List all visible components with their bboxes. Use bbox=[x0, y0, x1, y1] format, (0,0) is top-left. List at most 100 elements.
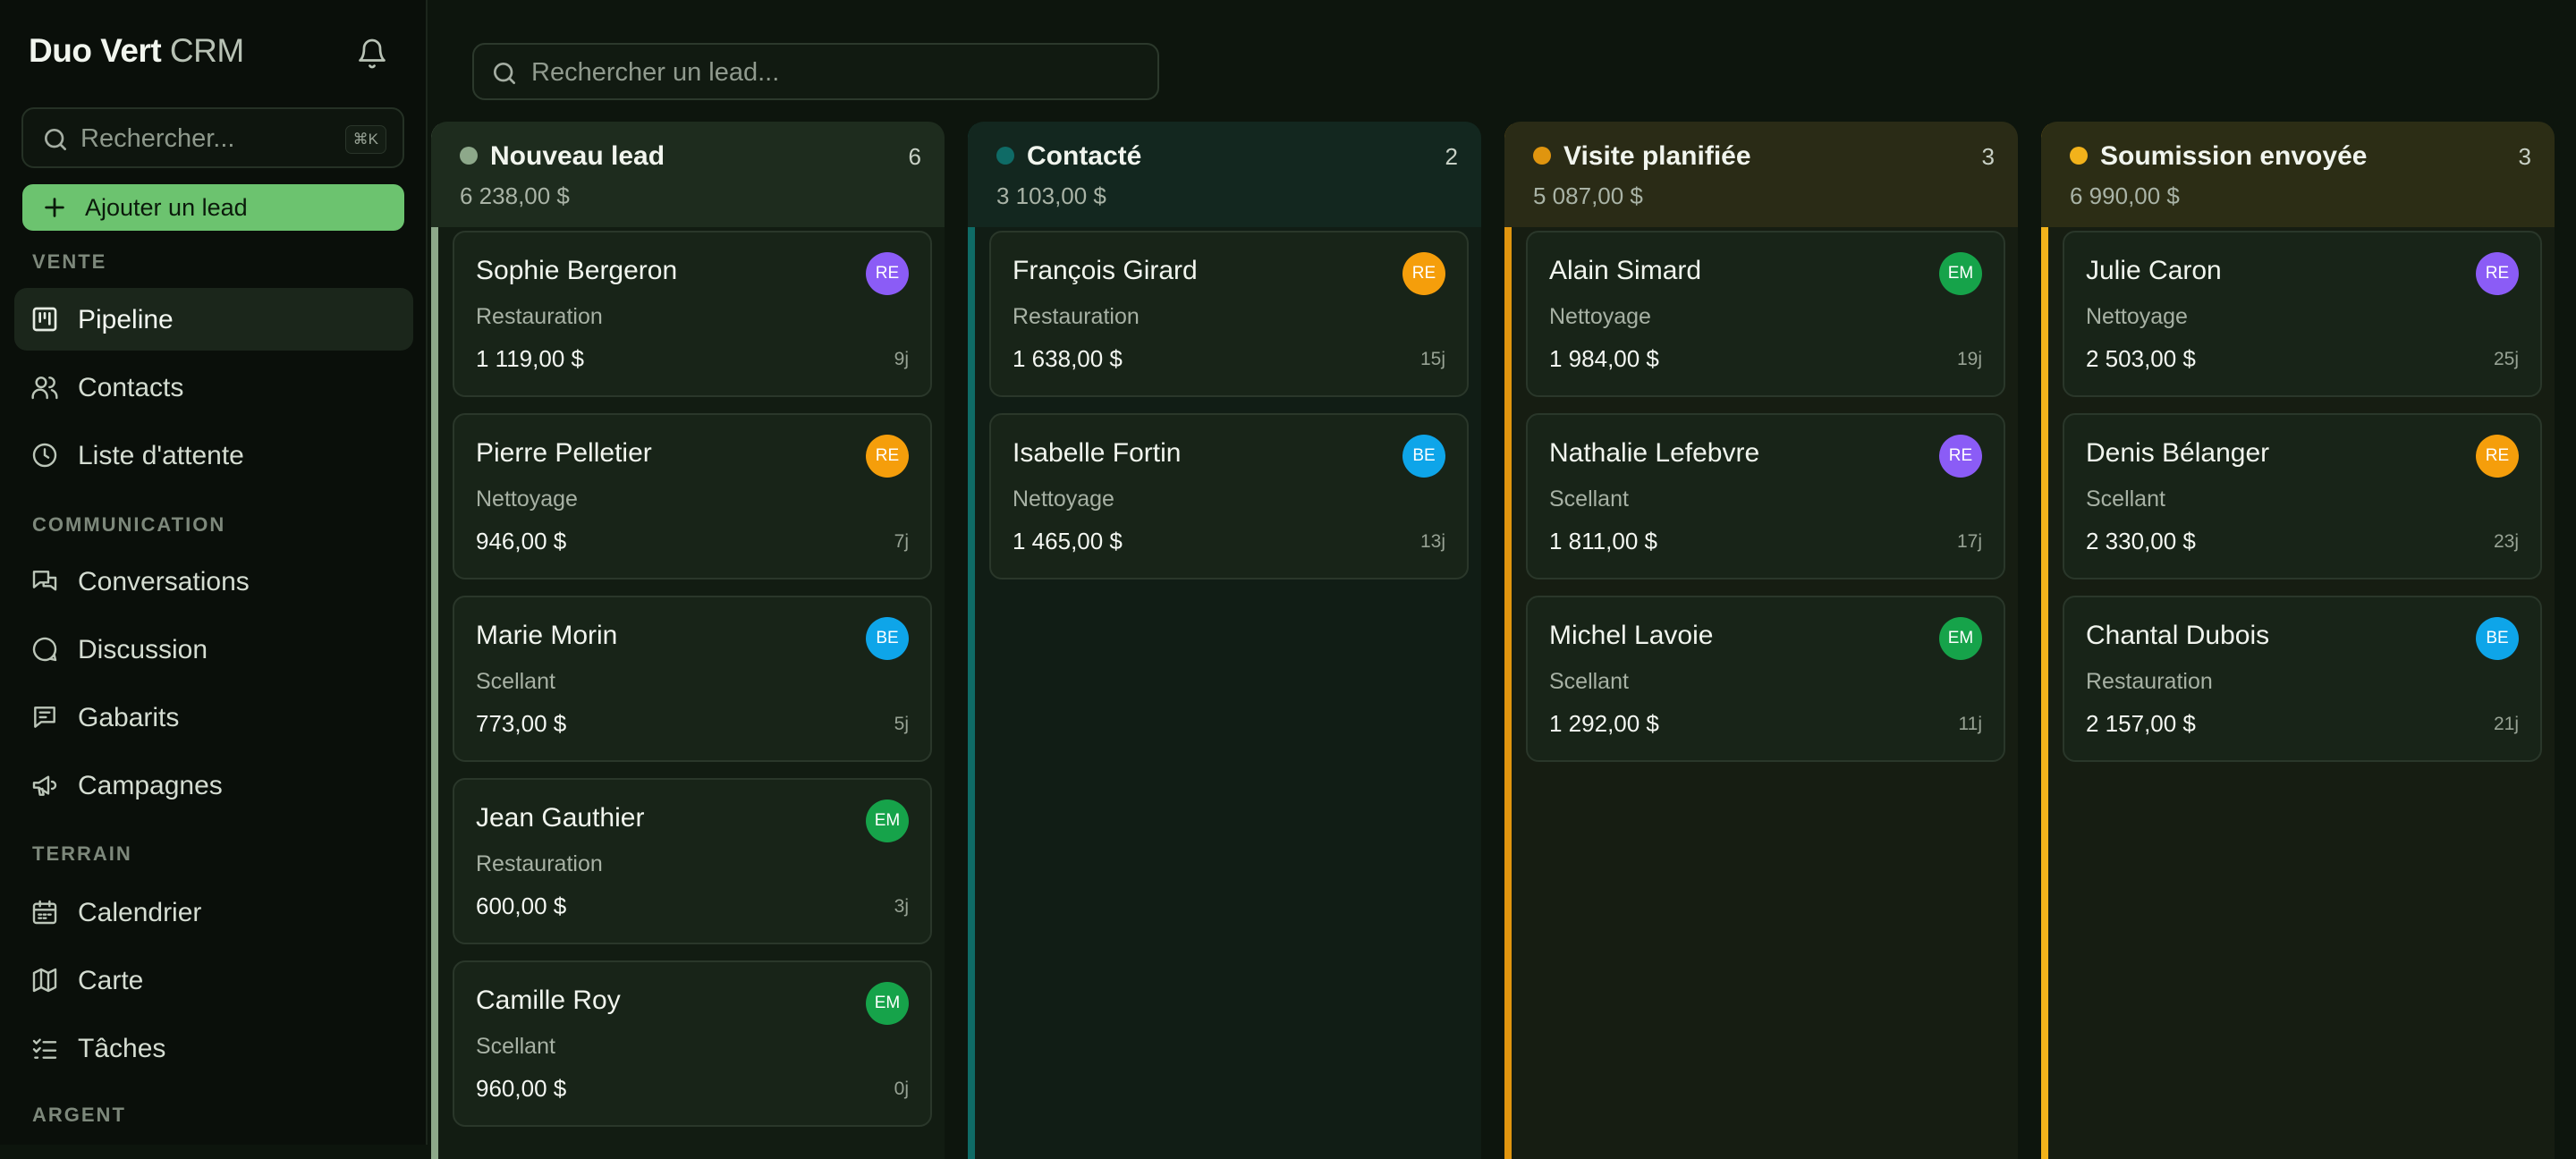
section-label-terrain: TERRAIN bbox=[32, 842, 132, 865]
avatar: RE bbox=[2476, 252, 2519, 295]
add-lead-button[interactable]: Ajouter un lead bbox=[22, 184, 404, 231]
users-icon bbox=[31, 376, 58, 400]
lead-card[interactable]: Julie Caron RE Nettoyage 2 503,00 $ 25j bbox=[2063, 231, 2542, 397]
lead-card[interactable]: Jean Gauthier EM Restauration 600,00 $ 3j bbox=[453, 778, 932, 944]
lead-amount: 960,00 $ bbox=[476, 1075, 567, 1102]
column-accent-strip bbox=[431, 122, 438, 1159]
sidebar-item-contacts[interactable]: Contacts bbox=[14, 356, 413, 419]
sidebar-item-conversations[interactable]: Conversations bbox=[14, 550, 413, 613]
lead-search-placeholder: Rechercher un lead... bbox=[531, 58, 780, 87]
lead-card[interactable]: Denis Bélanger RE Scellant 2 330,00 $ 23j bbox=[2063, 413, 2542, 580]
kanban-icon bbox=[32, 307, 57, 332]
lead-age: 23j bbox=[2493, 531, 2519, 552]
sidebar-item-calendar[interactable]: Calendrier bbox=[14, 881, 413, 943]
avatar: EM bbox=[866, 799, 909, 842]
lead-service: Scellant bbox=[476, 1034, 555, 1059]
avatar: RE bbox=[866, 435, 909, 478]
sidebar-item-label: Liste d'attente bbox=[78, 441, 244, 470]
add-lead-label: Ajouter un lead bbox=[85, 194, 248, 221]
lead-name: Denis Bélanger bbox=[2086, 438, 2270, 468]
lead-name: Julie Caron bbox=[2086, 256, 2222, 285]
lead-service: Nettoyage bbox=[2086, 304, 2188, 329]
column-total: 3 103,00 $ bbox=[996, 182, 1106, 209]
lead-name: Nathalie Lefebvre bbox=[1549, 438, 1760, 468]
avatar: BE bbox=[866, 617, 909, 660]
sidebar-search-input[interactable]: Rechercher... ⌘K bbox=[21, 107, 404, 168]
column-total: 5 087,00 $ bbox=[1533, 182, 1643, 209]
lead-card[interactable]: Alain Simard EM Nettoyage 1 984,00 $ 19j bbox=[1526, 231, 2005, 397]
lead-age: 21j bbox=[2493, 714, 2519, 734]
column-total: 6 990,00 $ bbox=[2070, 182, 2180, 209]
lead-card[interactable]: Michel Lavoie EM Scellant 1 292,00 $ 11j bbox=[1526, 596, 2005, 762]
sidebar-item-label: Conversations bbox=[78, 567, 250, 596]
avatar: RE bbox=[1402, 252, 1445, 295]
lead-card[interactable]: Pierre Pelletier RE Nettoyage 946,00 $ 7j bbox=[453, 413, 932, 580]
lead-card[interactable]: Marie Morin BE Scellant 773,00 $ 5j bbox=[453, 596, 932, 762]
avatar: EM bbox=[1939, 617, 1982, 660]
avatar: BE bbox=[2476, 617, 2519, 660]
column-count: 3 bbox=[2518, 143, 2531, 170]
sidebar-item-label: Calendrier bbox=[78, 898, 202, 927]
column-header[interactable]: Visite planifiée 3 5 087,00 $ bbox=[1504, 122, 2018, 227]
column-status-dot bbox=[996, 147, 1014, 165]
lead-card[interactable]: Isabelle Fortin BE Nettoyage 1 465,00 $ 13j bbox=[989, 413, 1469, 580]
section-label-argent: ARGENT bbox=[32, 1104, 126, 1126]
column-total: 6 238,00 $ bbox=[460, 182, 570, 209]
messages-icon bbox=[32, 571, 57, 591]
bell-icon[interactable] bbox=[356, 38, 388, 70]
lead-service: Nettoyage bbox=[1013, 486, 1114, 512]
sidebar-item-waitlist[interactable]: Liste d'attente bbox=[14, 424, 413, 486]
sidebar-search-placeholder: Rechercher... bbox=[80, 124, 235, 153]
sidebar-item-campaigns[interactable]: Campagnes bbox=[14, 754, 413, 816]
lead-age: 25j bbox=[2493, 349, 2519, 369]
sidebar-item-label: Discussion bbox=[78, 635, 208, 664]
column-accent-strip bbox=[2041, 122, 2048, 1159]
lead-age: 7j bbox=[894, 531, 909, 552]
lead-age: 9j bbox=[894, 349, 909, 369]
calendar-icon bbox=[32, 900, 57, 925]
brand-suffix: CRM bbox=[169, 32, 244, 69]
sidebar-item-tasks[interactable]: Tâches bbox=[14, 1017, 413, 1079]
search-icon bbox=[494, 63, 515, 84]
column-status-dot bbox=[460, 147, 478, 165]
lead-card[interactable]: Camille Roy EM Scellant 960,00 $ 0j bbox=[453, 960, 932, 1127]
column-title: Visite planifiée bbox=[1563, 141, 1751, 171]
lead-name: Michel Lavoie bbox=[1549, 621, 1714, 650]
sidebar-item-discussion[interactable]: Discussion bbox=[14, 618, 413, 681]
lead-card[interactable]: Nathalie Lefebvre RE Scellant 1 811,00 $ 17j bbox=[1526, 413, 2005, 580]
lead-search-input[interactable]: Rechercher un lead... bbox=[472, 43, 1159, 100]
lead-amount: 600,00 $ bbox=[476, 893, 567, 919]
pipeline-column: Contacté 2 3 103,00 $ François Girard RE Rest… bbox=[968, 122, 1481, 1159]
section-label-communication: COMMUNICATION bbox=[32, 513, 226, 536]
sidebar-item-map[interactable]: Carte bbox=[14, 949, 413, 1011]
lead-card[interactable]: François Girard RE Restauration 1 638,00 $ 1… bbox=[989, 231, 1469, 397]
map-icon bbox=[32, 968, 57, 993]
lead-service: Scellant bbox=[1549, 486, 1629, 512]
column-header[interactable]: Nouveau lead 6 6 238,00 $ bbox=[431, 122, 945, 227]
sidebar: Duo Vert CRM Rechercher... ⌘K Ajouter un… bbox=[0, 0, 428, 1145]
sidebar-item-pipeline[interactable]: Pipeline bbox=[14, 288, 413, 351]
lead-card[interactable]: Chantal Dubois BE Restauration 2 157,00 $ 21… bbox=[2063, 596, 2542, 762]
lead-amount: 1 984,00 $ bbox=[1549, 345, 1659, 372]
search-shortcut-badge: ⌘K bbox=[344, 125, 386, 154]
column-title: Soumission envoyée bbox=[2100, 141, 2368, 171]
lead-card[interactable]: Sophie Bergeron RE Restauration 1 119,00 $ 9… bbox=[453, 231, 932, 397]
column-title: Contacté bbox=[1027, 141, 1142, 171]
lead-name: Pierre Pelletier bbox=[476, 438, 652, 468]
lead-age: 3j bbox=[894, 896, 909, 917]
lead-age: 5j bbox=[894, 714, 909, 734]
sidebar-item-templates[interactable]: Gabarits bbox=[14, 686, 413, 749]
column-header[interactable]: Soumission envoyée 3 6 990,00 $ bbox=[2041, 122, 2555, 227]
template-icon bbox=[34, 706, 55, 728]
avatar: RE bbox=[2476, 435, 2519, 478]
lead-name: Marie Morin bbox=[476, 621, 618, 650]
lead-amount: 2 503,00 $ bbox=[2086, 345, 2196, 372]
column-header[interactable]: Contacté 2 3 103,00 $ bbox=[968, 122, 1481, 227]
lead-age: 0j bbox=[894, 1079, 909, 1099]
lead-amount: 2 157,00 $ bbox=[2086, 710, 2196, 737]
lead-age: 17j bbox=[1956, 531, 1982, 552]
lead-amount: 946,00 $ bbox=[476, 528, 567, 554]
tasks-icon bbox=[32, 1038, 57, 1059]
plus-icon bbox=[45, 198, 64, 217]
lead-amount: 1 811,00 $ bbox=[1549, 528, 1657, 554]
